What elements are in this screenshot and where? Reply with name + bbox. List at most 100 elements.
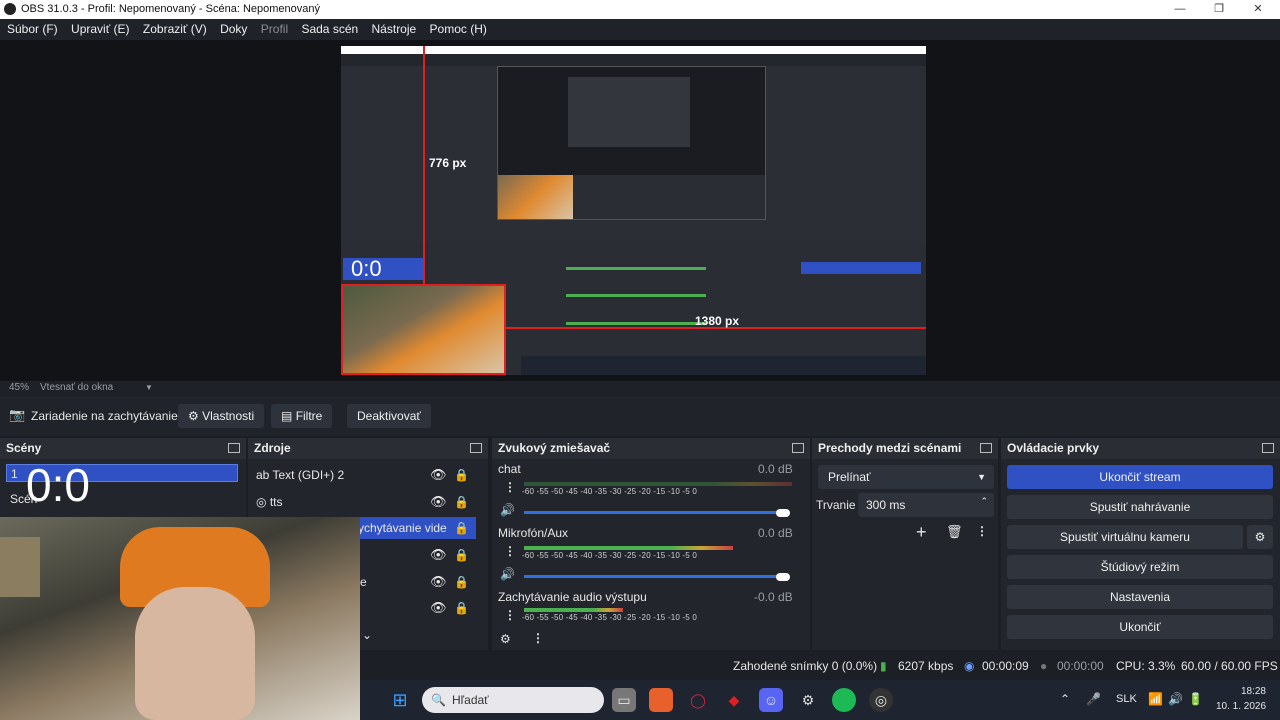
lock-icon[interactable]: 🔒	[454, 491, 469, 513]
transition-select[interactable]: Prelínať ▼	[818, 465, 994, 489]
clock-time[interactable]: 18:28	[1226, 686, 1266, 697]
menu-scene-collection[interactable]: Sada scén	[301, 19, 358, 40]
menu-bar: Súbor (F) Upraviť (E) Zobraziť (V) Doky …	[0, 19, 1280, 40]
webcam-source-selected[interactable]	[341, 284, 506, 375]
transitions-title: Prechody medzi scénami	[818, 441, 962, 455]
exit-button[interactable]: Ukončiť	[1007, 615, 1273, 639]
chevron-down-icon[interactable]: ⌄	[362, 628, 372, 642]
settings-button[interactable]: Nastavenia	[1007, 585, 1273, 609]
battery-icon[interactable]: 🔋	[1188, 692, 1203, 706]
chevron-down-icon: ▼	[977, 472, 986, 482]
window-title: OBS 31.0.3 - Profil: Nepomenovaný - Scén…	[21, 3, 320, 15]
duration-input[interactable]: 300 ms ⌃	[858, 493, 994, 517]
more-options-icon[interactable]: ⋮	[532, 631, 544, 645]
channel-name: Mikrofón/Aux	[498, 526, 569, 540]
meter-ticks: -60 -55 -50 -45 -40 -35 -30 -25 -20 -15 …	[522, 613, 698, 622]
windows-start-icon[interactable]: ⊞	[388, 688, 412, 712]
eye-icon[interactable]: 👁	[430, 597, 447, 619]
webcam-overlay	[0, 517, 360, 720]
menu-view[interactable]: Zobraziť (V)	[143, 19, 207, 40]
speaker-icon[interactable]: 🔊	[500, 503, 515, 517]
start-virtual-camera-button[interactable]: Spustiť virtuálnu kameru	[1007, 525, 1243, 549]
undock-icon[interactable]	[228, 443, 240, 453]
volume-icon[interactable]: 🔊	[1168, 692, 1183, 706]
lock-icon[interactable]: 🔒	[454, 544, 469, 566]
add-icon[interactable]: +	[916, 522, 927, 543]
language-indicator[interactable]: SLK	[1116, 693, 1137, 705]
search-box[interactable]: 🔍 Hľadať	[422, 687, 604, 713]
title-bar: OBS 31.0.3 - Profil: Nepomenovaný - Scén…	[0, 0, 1280, 19]
discord-icon[interactable]: ☺	[759, 688, 783, 712]
minimize-button[interactable]: —	[1160, 0, 1200, 19]
opera-icon[interactable]: ◯	[686, 688, 710, 712]
record-icon: ●	[1040, 659, 1048, 673]
app-icon[interactable]	[649, 688, 673, 712]
lock-icon[interactable]: 🔒	[454, 464, 469, 486]
obs-taskbar-icon[interactable]: ◎	[869, 688, 893, 712]
search-icon: 🔍	[431, 693, 446, 707]
preview-canvas[interactable]: 776 px 1380 px 0:0	[341, 46, 926, 375]
microphone-icon[interactable]: 🎤	[1086, 692, 1101, 706]
wifi-icon[interactable]: 📶	[1148, 692, 1163, 706]
lock-icon[interactable]: 🔒	[454, 571, 469, 593]
gear-icon[interactable]: ⚙	[500, 632, 511, 646]
eye-icon[interactable]: 👁	[430, 491, 447, 513]
menu-tools[interactable]: Nástroje	[372, 19, 417, 40]
eye-icon[interactable]: 👁	[430, 571, 447, 593]
undock-icon[interactable]	[980, 443, 992, 453]
chevron-up-icon[interactable]: ⌃	[980, 489, 988, 513]
undock-icon[interactable]	[1262, 443, 1274, 453]
source-item[interactable]: ◎ tts 👁 🔒	[256, 491, 476, 513]
eye-icon[interactable]: 👁	[430, 544, 447, 566]
volume-slider-knob[interactable]	[776, 573, 790, 581]
stop-stream-button[interactable]: Ukončiť stream	[1007, 465, 1273, 489]
nested-titlebar	[341, 46, 926, 54]
chevron-up-icon[interactable]: ⌃	[1060, 692, 1070, 706]
menu-edit[interactable]: Upraviť (E)	[71, 19, 130, 40]
app-diamond-icon[interactable]: ◆	[722, 688, 746, 712]
studio-mode-button[interactable]: Štúdiový režim	[1007, 555, 1273, 579]
scene-timer-overlay: 0:0	[26, 459, 90, 511]
task-view-icon[interactable]: ▭	[612, 688, 636, 712]
undock-icon[interactable]	[792, 443, 804, 453]
volume-slider-knob[interactable]	[776, 509, 790, 517]
clock-date[interactable]: 10. 1. 2026	[1216, 701, 1266, 712]
spotify-icon[interactable]	[832, 688, 856, 712]
fit-to-window-select[interactable]: Vtesnať do okna	[40, 381, 113, 395]
menu-file[interactable]: Súbor (F)	[7, 19, 58, 40]
menu-help[interactable]: Pomoc (H)	[430, 19, 487, 40]
start-recording-button[interactable]: Spustiť nahrávanie	[1007, 495, 1273, 519]
volume-slider[interactable]	[524, 511, 786, 514]
stream-icon: ◉	[964, 659, 975, 673]
virtual-camera-settings-button[interactable]: ⚙	[1247, 525, 1273, 549]
record-time: 00:00:00	[1057, 659, 1104, 673]
filters-button[interactable]: ▤ Filtre	[271, 404, 333, 428]
audio-source-icon: ◎	[256, 495, 267, 509]
menu-docks[interactable]: Doky	[220, 19, 247, 40]
more-options-icon[interactable]: ⋮	[504, 544, 516, 558]
steam-icon[interactable]: ⚙	[796, 688, 820, 712]
volume-slider[interactable]	[524, 575, 786, 578]
lock-icon[interactable]: 🔒	[454, 597, 469, 619]
lock-icon[interactable]: 🔒	[454, 517, 469, 539]
close-button[interactable]: ✕	[1238, 0, 1278, 19]
more-options-icon[interactable]: ⋮	[976, 524, 988, 538]
deactivate-button[interactable]: Deaktivovať	[347, 404, 431, 428]
menu-profile[interactable]: Profil	[261, 19, 288, 40]
more-options-icon[interactable]: ⋮	[504, 608, 516, 622]
source-item[interactable]: ab Text (GDI+) 2 👁 🔒	[256, 464, 476, 486]
eye-icon[interactable]: 👁	[430, 464, 447, 486]
selected-source-name: Zariadenie na zachytávanie	[31, 409, 178, 423]
properties-button[interactable]: ⚙ Vlastnosti	[178, 404, 265, 428]
speaker-icon[interactable]: 🔊	[500, 567, 515, 581]
scenes-title: Scény	[6, 441, 42, 455]
chevron-down-icon[interactable]: ▼	[145, 381, 153, 395]
undock-icon[interactable]	[470, 443, 482, 453]
trash-icon[interactable]: 🗑	[946, 524, 963, 540]
more-options-icon[interactable]: ⋮	[504, 480, 516, 494]
obs-logo-icon	[4, 3, 16, 15]
meter-ticks: -60 -55 -50 -45 -40 -35 -30 -25 -20 -15 …	[522, 551, 698, 560]
channel-db: 0.0 dB	[758, 526, 793, 540]
maximize-button[interactable]: ❐	[1199, 0, 1239, 19]
face	[135, 587, 255, 720]
